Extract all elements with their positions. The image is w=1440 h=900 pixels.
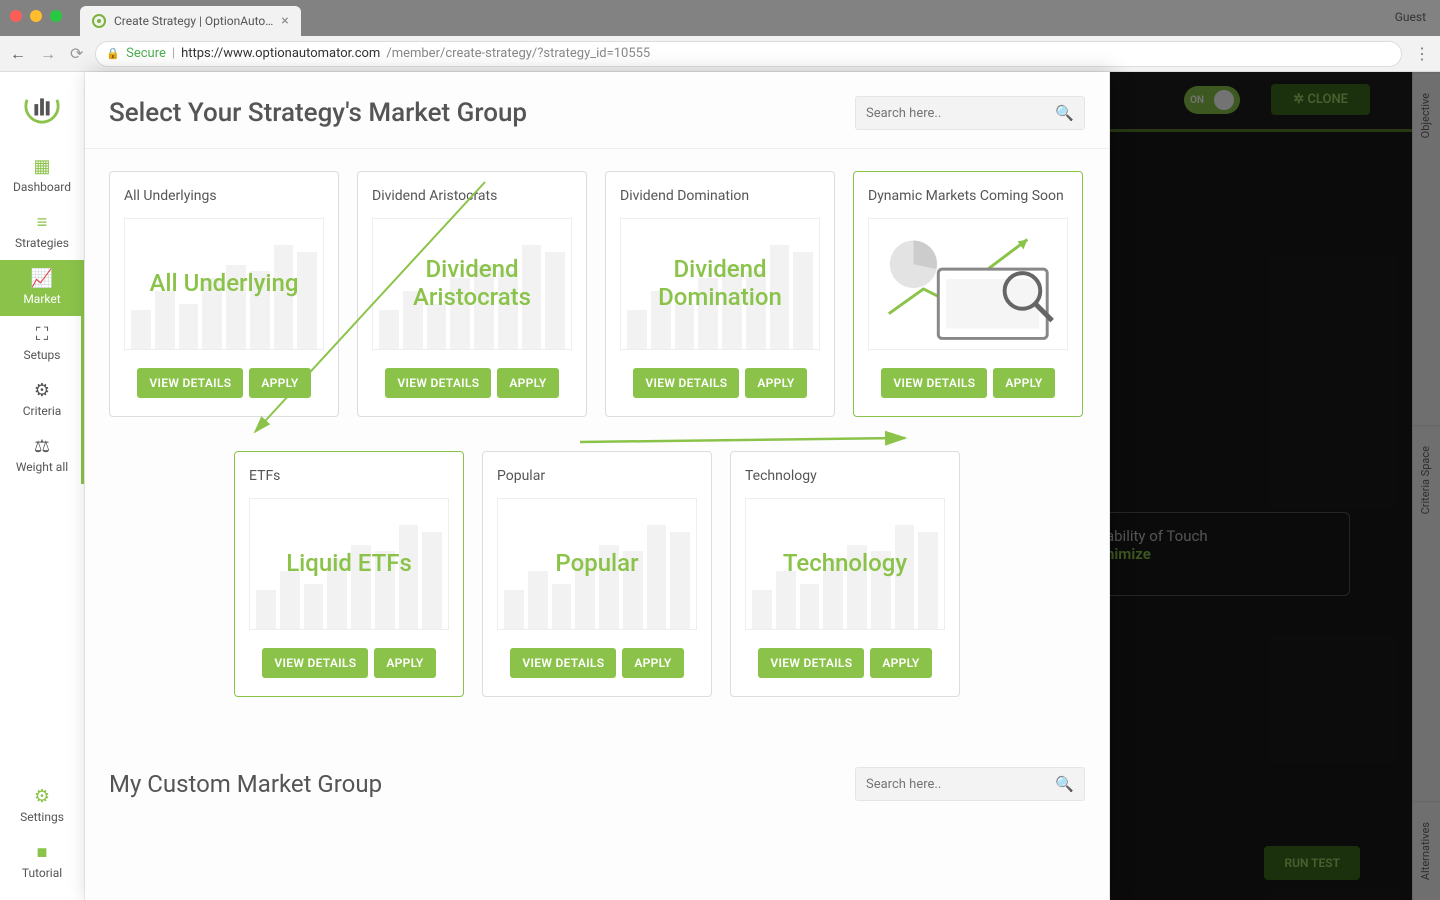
- setups-icon: ⛶: [36, 326, 49, 344]
- browser-tab[interactable]: Create Strategy | OptionAuto… ×: [80, 6, 301, 36]
- secure-label: Secure: [126, 46, 166, 61]
- apply-button[interactable]: APPLY: [249, 368, 310, 398]
- apply-button[interactable]: APPLY: [622, 648, 683, 678]
- search-icon[interactable]: 🔍: [1055, 104, 1074, 122]
- search-input[interactable]: [866, 106, 1055, 121]
- view-details-button[interactable]: VIEW DETAILS: [881, 368, 987, 398]
- card-preview: Technology: [745, 498, 945, 630]
- sidebar-item-dashboard[interactable]: ▦ Dashboard: [0, 148, 84, 204]
- url-path: /member/create-strategy/?strategy_id=105…: [386, 46, 650, 61]
- sidebar: ▦ Dashboard ≡ Strategies 📈 Market ⛶ Setu…: [0, 72, 85, 900]
- minimize-window-icon[interactable]: [30, 10, 42, 22]
- dashboard-icon: ▦: [33, 158, 50, 176]
- custom-section-header: My Custom Market Group 🔍: [85, 737, 1109, 811]
- tab-objective[interactable]: Objective: [1413, 72, 1440, 158]
- close-window-icon[interactable]: [10, 10, 22, 22]
- sidebar-item-criteria[interactable]: ⚙ Criteria: [0, 372, 84, 428]
- apply-button[interactable]: APPLY: [870, 648, 931, 678]
- card-dynamic-markets: Dynamic Markets Coming Soon VIEW DETAILS: [853, 171, 1083, 417]
- toggle-knob: [1214, 90, 1234, 110]
- apply-button[interactable]: APPLY: [745, 368, 806, 398]
- clone-button[interactable]: ✲ CLONE: [1271, 84, 1370, 115]
- view-details-button[interactable]: VIEW DETAILS: [510, 648, 616, 678]
- tree-icon: ⚙: [34, 382, 50, 400]
- card-preview: Popular: [497, 498, 697, 630]
- apply-button[interactable]: APPLY: [497, 368, 558, 398]
- window-controls: [10, 10, 62, 22]
- back-icon[interactable]: ←: [10, 44, 26, 64]
- sidebar-item-market[interactable]: 📈 Market: [0, 260, 84, 316]
- view-details-button[interactable]: VIEW DETAILS: [137, 368, 243, 398]
- favicon-icon: [92, 14, 106, 28]
- sidebar-item-settings[interactable]: ⚙ Settings: [0, 778, 84, 834]
- nav-arrows: ← → ⟳: [10, 44, 83, 64]
- tab-criteria-space[interactable]: Criteria Space: [1413, 425, 1440, 534]
- criteria-card: obability of Touch Minimize 1: [1070, 512, 1350, 596]
- card-etfs: ETFs Liquid ETFs VIEW DETAILS APPLY: [234, 451, 464, 697]
- search-box[interactable]: 🔍: [855, 767, 1085, 801]
- reload-icon[interactable]: ⟳: [70, 44, 83, 64]
- tab-alternatives[interactable]: Alternatives: [1413, 801, 1440, 900]
- card-technology: Technology Technology VIEW DETAILS APPLY: [730, 451, 960, 697]
- page-title: Select Your Strategy's Market Group: [109, 98, 527, 128]
- url-host: https://www.optionautomator.com: [181, 46, 380, 61]
- video-icon: ■: [37, 844, 48, 862]
- gear-icon: ⚙: [34, 788, 50, 806]
- strategy-toggle[interactable]: ON: [1184, 86, 1240, 114]
- app-logo[interactable]: [22, 86, 62, 126]
- apply-button[interactable]: APPLY: [374, 648, 435, 678]
- right-rail: Objective Criteria Space Alternatives: [1412, 72, 1440, 900]
- lock-icon: 🔒: [106, 47, 120, 60]
- address-bar[interactable]: 🔒 Secure | https://www.optionautomator.c…: [95, 41, 1402, 67]
- search-box[interactable]: 🔍: [855, 96, 1085, 130]
- cards-row-1: All Underlyings All Underlying VIEW DETA…: [85, 149, 1109, 427]
- view-details-button[interactable]: VIEW DETAILS: [633, 368, 739, 398]
- tab-close-icon[interactable]: ×: [281, 13, 288, 29]
- card-preview: Dividend Domination: [620, 218, 820, 350]
- tab-title: Create Strategy | OptionAuto…: [114, 14, 273, 28]
- forward-icon: →: [40, 44, 56, 64]
- run-test-button[interactable]: RUN TEST: [1264, 846, 1360, 880]
- analysis-illustration-icon: [869, 219, 1067, 349]
- section-title: My Custom Market Group: [109, 770, 382, 798]
- view-details-button[interactable]: VIEW DETAILS: [385, 368, 491, 398]
- sidebar-item-tutorial[interactable]: ■ Tutorial: [0, 834, 84, 890]
- view-details-button[interactable]: VIEW DETAILS: [758, 648, 864, 678]
- maximize-window-icon[interactable]: [50, 10, 62, 22]
- card-dividend-domination: Dividend Domination Dividend Domination …: [605, 171, 835, 417]
- cards-row-2: ETFs Liquid ETFs VIEW DETAILS APPLY Popu…: [85, 427, 1109, 737]
- scale-icon: ⚖: [34, 438, 50, 456]
- browser-menu-icon[interactable]: ⋮: [1414, 44, 1430, 63]
- search-input[interactable]: [866, 777, 1055, 792]
- market-group-modal: Select Your Strategy's Market Group 🔍 Al…: [85, 72, 1110, 900]
- sidebar-item-weight[interactable]: ⚖ Weight all: [0, 428, 84, 484]
- card-preview: [868, 218, 1068, 350]
- sidebar-item-strategies[interactable]: ≡ Strategies: [0, 204, 84, 260]
- card-all-underlyings: All Underlyings All Underlying VIEW DETA…: [109, 171, 339, 417]
- browser-tabstrip: Create Strategy | OptionAuto… × Guest: [0, 0, 1440, 36]
- view-details-button[interactable]: VIEW DETAILS: [262, 648, 368, 678]
- profile-label[interactable]: Guest: [1395, 10, 1426, 24]
- card-preview: Liquid ETFs: [249, 498, 449, 630]
- card-popular: Popular Popular VIEW DETAILS APPLY: [482, 451, 712, 697]
- list-icon: ≡: [37, 214, 48, 232]
- sidebar-item-setups[interactable]: ⛶ Setups: [0, 316, 84, 372]
- apply-button[interactable]: APPLY: [993, 368, 1054, 398]
- search-icon[interactable]: 🔍: [1055, 775, 1074, 793]
- chart-icon: 📈: [31, 270, 53, 288]
- browser-toolbar: ← → ⟳ 🔒 Secure | https://www.optionautom…: [0, 36, 1440, 72]
- card-preview: All Underlying: [124, 218, 324, 350]
- card-dividend-aristocrats: Dividend Aristocrats Dividend Aristocrat…: [357, 171, 587, 417]
- section-header: Select Your Strategy's Market Group 🔍: [85, 72, 1109, 149]
- card-preview: Dividend Aristocrats: [372, 218, 572, 350]
